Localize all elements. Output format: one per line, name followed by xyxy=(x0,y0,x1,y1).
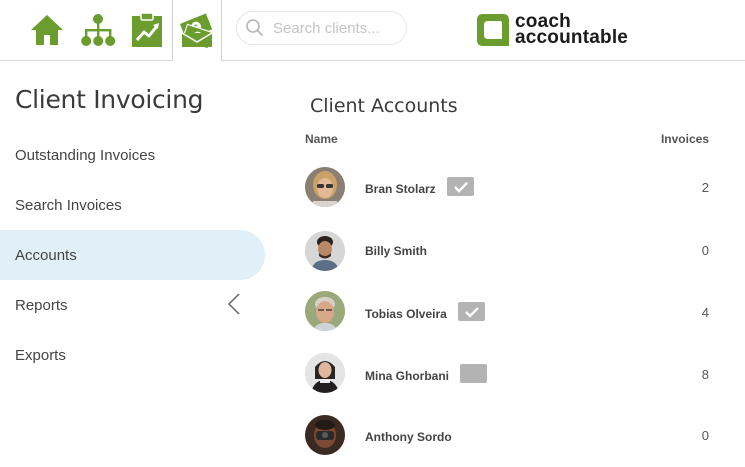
search-icon xyxy=(245,18,265,38)
clipboard-chart-icon[interactable] xyxy=(122,0,172,60)
sidebar-item-outstanding-invoices[interactable]: Outstanding Invoices xyxy=(0,130,265,180)
sidebar-item-search-invoices[interactable]: Search Invoices xyxy=(0,180,265,230)
invoice-count: 0 xyxy=(701,428,709,443)
table-row[interactable]: Tobias Olveira 4 xyxy=(290,281,745,341)
column-header-invoices: Invoices xyxy=(660,132,709,146)
client-accounts-panel: Client Accounts Name Invoices Bran Stola… xyxy=(290,61,745,467)
coach-accountable-logo[interactable]: coach accountable xyxy=(477,12,629,48)
invoice-count: 4 xyxy=(701,305,709,320)
sidebar-item-label: Search Invoices xyxy=(15,196,122,214)
sidebar-item-label: Exports xyxy=(15,346,66,364)
sidebar-item-accounts[interactable]: Accounts xyxy=(0,230,265,280)
checkbox-checked-icon[interactable] xyxy=(458,302,485,321)
client-name[interactable]: Anthony Sordo xyxy=(365,430,452,444)
column-header-name: Name xyxy=(305,132,338,146)
sidebar-item-label: Accounts xyxy=(15,246,77,264)
client-name[interactable]: Bran Stolarz xyxy=(365,182,436,196)
logo-line2: accountable xyxy=(515,27,629,48)
sidebar-item-label: Outstanding Invoices xyxy=(15,146,156,164)
search-box[interactable] xyxy=(236,11,407,45)
top-bar: $ $ coach accountable xyxy=(0,0,745,61)
avatar xyxy=(305,353,345,393)
table-row[interactable]: Bran Stolarz 2 xyxy=(290,157,745,217)
home-icon[interactable] xyxy=(22,0,72,60)
sidebar: Client Invoicing Outstanding Invoices Se… xyxy=(0,61,270,467)
avatar xyxy=(305,231,345,271)
chevron-left-icon[interactable] xyxy=(226,292,242,321)
avatar xyxy=(305,415,345,455)
invoice-count: 2 xyxy=(701,180,709,195)
avatar xyxy=(305,291,345,331)
logo-mark-icon xyxy=(477,14,509,46)
sidebar-title: Client Invoicing xyxy=(15,85,204,114)
invoice-count: 0 xyxy=(701,243,709,258)
sidebar-item-label: Reports xyxy=(15,296,68,314)
money-icon[interactable]: $ $ xyxy=(172,0,222,61)
page-title: Client Accounts xyxy=(310,95,458,117)
table-row[interactable]: Mina Ghorbani 8 xyxy=(290,343,745,403)
checkbox-empty-icon[interactable] xyxy=(460,364,487,383)
org-chart-icon[interactable] xyxy=(73,0,123,60)
sidebar-item-exports[interactable]: Exports xyxy=(0,330,265,380)
checkbox-checked-icon[interactable] xyxy=(447,177,474,196)
client-name[interactable]: Mina Ghorbani xyxy=(365,369,449,383)
table-row[interactable]: Billy Smith 0 xyxy=(290,221,745,281)
client-name[interactable]: Tobias Olveira xyxy=(365,307,447,321)
invoice-count: 8 xyxy=(701,367,709,382)
avatar xyxy=(305,167,345,207)
search-input[interactable] xyxy=(273,19,403,37)
client-name[interactable]: Billy Smith xyxy=(365,244,427,258)
table-row[interactable]: Anthony Sordo 0 xyxy=(290,405,745,465)
